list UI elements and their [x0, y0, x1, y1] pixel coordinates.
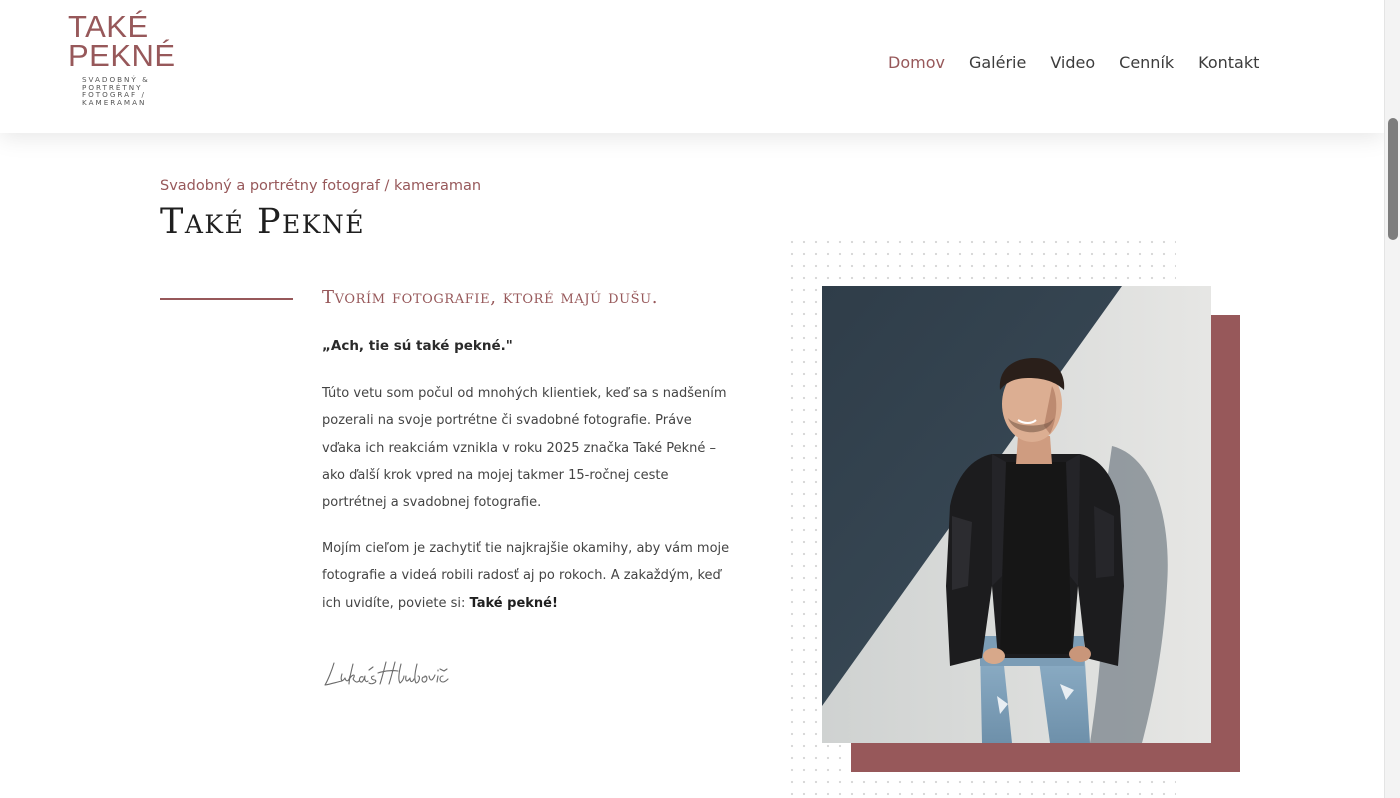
portrait-photo	[822, 286, 1211, 743]
eyebrow-subtitle: Svadobný a portrétny fotograf / kamerama…	[160, 178, 482, 194]
accent-divider	[160, 298, 293, 300]
signature-image	[322, 654, 454, 694]
logo-line-1: TAKÉ	[68, 9, 149, 44]
site-logo[interactable]: TAKÉ PEKNÉ SVADOBNÝ & PORTRÉTNY FOTOGRAF…	[68, 9, 178, 117]
main-nav: Domov Galérie Video Cenník Kontakt	[888, 52, 1283, 74]
logo-tagline: SVADOBNÝ & PORTRÉTNY FOTOGRAF / KAMERAMA…	[82, 75, 150, 107]
site-header: TAKÉ PEKNÉ SVADOBNÝ & PORTRÉTNY FOTOGRAF…	[0, 0, 1384, 133]
page-scrollbar[interactable]	[1384, 0, 1400, 798]
nav-item-video[interactable]: Video	[1050, 52, 1095, 74]
section-heading: Tvorím fotografie, ktoré majú dušu.	[322, 287, 659, 308]
page-title: Také Pekné	[160, 202, 366, 242]
nav-item-kontakt[interactable]: Kontakt	[1198, 52, 1259, 74]
scrollbar-thumb[interactable]	[1388, 118, 1398, 240]
nav-item-domov[interactable]: Domov	[888, 52, 945, 74]
nav-item-galerie[interactable]: Galérie	[969, 52, 1026, 74]
about-paragraph-2-emphasis: Také pekné!	[469, 595, 558, 611]
intro-quote: „Ach, tie sú také pekné."	[322, 338, 513, 354]
about-paragraph-2: Mojím cieľom je zachytiť tie najkrajšie …	[322, 535, 730, 617]
about-paragraph-1: Túto vetu som počul od mnohých klientiek…	[322, 386, 727, 511]
logo-line-2: PEKNÉ	[68, 38, 176, 73]
nav-item-cennik[interactable]: Cenník	[1119, 52, 1174, 74]
